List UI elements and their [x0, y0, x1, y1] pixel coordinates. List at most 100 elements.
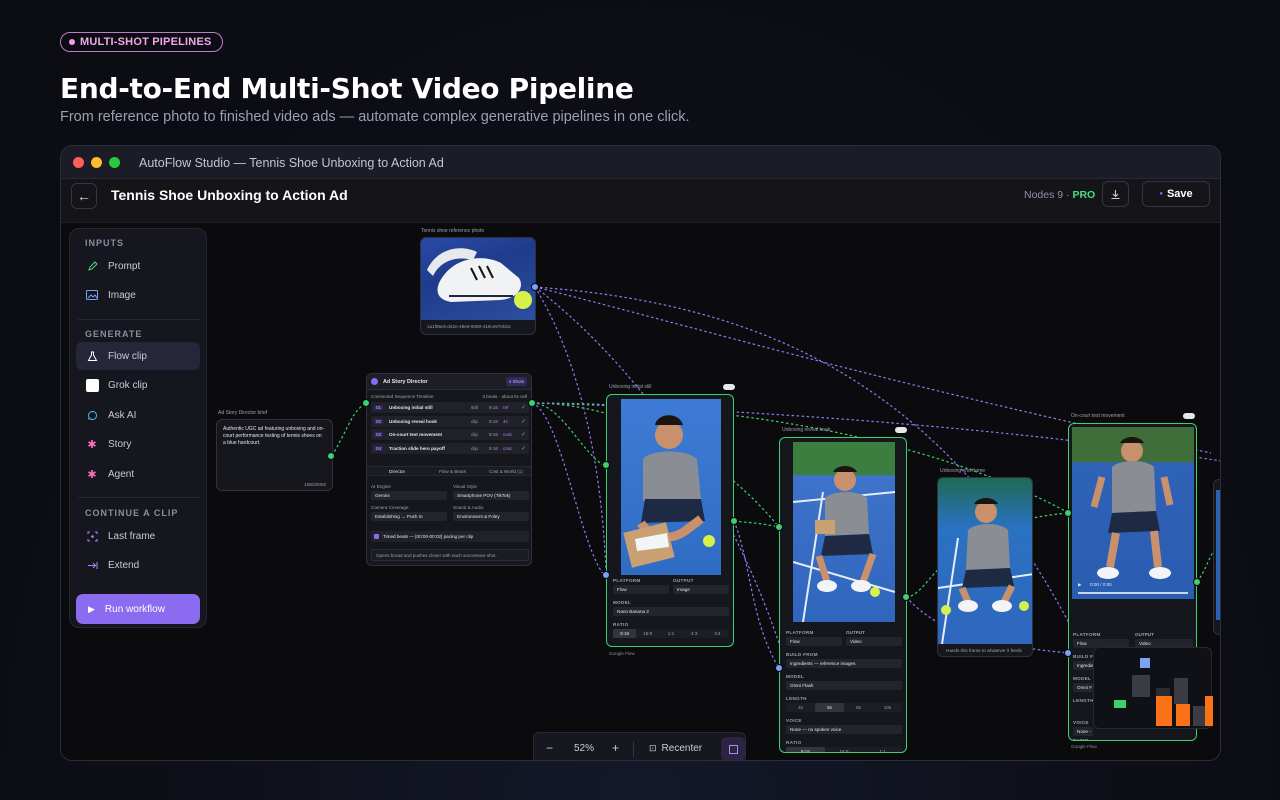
director-input-port[interactable] [362, 399, 370, 407]
section-badge: MULTI-SHOT PIPELINES [60, 32, 223, 52]
model-select[interactable]: Omni F [1073, 683, 1093, 692]
unboxing-reveal-node[interactable]: PLATFORM Flow OUTPUT Video BUILD FROM Ingredi… [779, 437, 907, 753]
frame-node-label: Unboxing end frame [940, 468, 986, 474]
palette-item-grok-clip[interactable]: Grok clip [76, 371, 200, 399]
checkbox-icon[interactable] [374, 534, 379, 539]
unboxing-end-frame-node[interactable]: Hands this frame to whatever it feeds [937, 477, 1033, 657]
segment-option[interactable]: 6s [815, 703, 844, 712]
voice-select[interactable]: None - [1073, 727, 1093, 736]
beat-row[interactable]: 03 On-court test movement clip 9:16 cont ✓ [371, 429, 529, 440]
palette-item-agent[interactable]: ✱ Agent [76, 460, 200, 488]
recenter-button[interactable]: ⊡ Recenter [649, 743, 702, 754]
still-input-port-2[interactable] [602, 571, 610, 579]
close-traffic-light-icon[interactable] [73, 157, 84, 168]
platform-select[interactable]: Flow [613, 585, 669, 594]
segment-option[interactable]: 9:16 [786, 747, 825, 752]
palette-item-story[interactable]: ✱ Story [76, 430, 200, 458]
reveal-node-toggle[interactable] [895, 427, 907, 433]
beat-row[interactable]: 02 Unboxing reveal hook clip 9:16 4s ✓ [371, 415, 529, 427]
zoom-in-button[interactable]: + [612, 741, 619, 755]
back-button[interactable]: ← [71, 183, 97, 209]
segment-option[interactable]: 3:4 [706, 629, 729, 638]
ai-engine-label: AI Engine [371, 484, 391, 489]
palette-item-last-frame[interactable]: Last frame [76, 522, 200, 550]
palette-item-flow-clip[interactable]: Flow clip [76, 342, 200, 370]
court-input-port-1[interactable] [1064, 509, 1072, 517]
beat-tag: clip [471, 432, 478, 437]
ad-story-director-node[interactable]: Ad Story Director 4 Shots Connected Sequ… [366, 373, 532, 566]
segment-option[interactable]: 4s [786, 703, 815, 712]
tab-cost-world[interactable]: Cost & World (1) [489, 469, 523, 474]
download-button[interactable] [1102, 181, 1129, 207]
palette-item-prompt[interactable]: Prompt [76, 252, 200, 280]
reveal-input-port-2[interactable] [775, 664, 783, 672]
output-select[interactable]: Image [673, 585, 729, 594]
sound-audio-select[interactable]: Environment & Foley [453, 512, 529, 521]
voice-select[interactable]: None — no spoken voice [786, 725, 902, 734]
director-output-port[interactable] [528, 399, 536, 407]
ratio-selector: 9:16 16:9 1:1 4:3 3:4 [613, 629, 729, 638]
visual-style-label: Visual Style [453, 484, 477, 489]
model-select[interactable]: Nano Banana 2 [613, 607, 729, 616]
court-output-port[interactable] [1193, 578, 1201, 586]
brief-node[interactable]: Authentic UGC ad featuring unboxing and … [216, 419, 333, 491]
segment-option[interactable]: 4:3 [683, 629, 706, 638]
next-node-partial[interactable] [1213, 479, 1220, 635]
ref-photo-output-port[interactable] [531, 283, 539, 291]
beat-row[interactable]: 01 Unboxing initial still still 9:16 ref ✓ [371, 402, 529, 413]
output-select[interactable]: Video [846, 637, 902, 646]
palette-item-image[interactable]: Image [76, 281, 200, 309]
extend-icon [85, 558, 99, 572]
segment-option[interactable]: 16:9 [636, 629, 659, 638]
brief-text[interactable]: Authentic UGC ad featuring unboxing and … [223, 426, 325, 447]
play-icon[interactable]: ▶ [1078, 582, 1082, 588]
still-output-port[interactable] [730, 517, 738, 525]
node-count-label: Nodes 9 · [1024, 189, 1070, 201]
court-node-toggle[interactable] [1183, 413, 1195, 419]
still-node-toggle[interactable] [723, 384, 735, 390]
segment-option[interactable]: 9:16 [613, 629, 637, 638]
minimap[interactable] [1093, 647, 1213, 729]
minimap-toggle-button[interactable] [721, 737, 745, 760]
timeline-meta: 3 beats · about its cell [482, 394, 527, 399]
workflow-canvas[interactable]: INPUTS Prompt Image GENERATE Flow clip G… [61, 223, 1220, 760]
reveal-input-port-1[interactable] [775, 523, 783, 531]
arrow-left-icon: ← [77, 188, 91, 204]
palette-item-ask-ai[interactable]: Ask AI [76, 401, 200, 429]
beat-ratio: 9:16 [489, 445, 498, 451]
tab-director[interactable]: Director [389, 469, 405, 474]
build-from-select[interactable]: Ingredients — reference images [786, 659, 902, 668]
director-prompt-input[interactable]: Opens broad and pushes closer with each … [371, 549, 529, 561]
shots-badge: 4 Shots [505, 377, 527, 386]
ai-engine-select[interactable]: Gemini [371, 491, 447, 500]
still-output-image [621, 399, 721, 575]
camera-coverage-select[interactable]: Establishing → Push In [371, 512, 447, 521]
minimize-traffic-light-icon[interactable] [91, 157, 102, 168]
beat-row[interactable]: 04 Traction slide hero payoff clip 9:16 cont… [371, 442, 529, 454]
zoom-out-button[interactable]: − [546, 741, 553, 755]
segment-option[interactable]: 1:1 [863, 747, 902, 752]
video-progress-bar[interactable] [1078, 592, 1188, 594]
end-frame-caption: Hands this frame to whatever it feeds [946, 648, 1022, 653]
visual-style-select[interactable]: Smartphone POV (TikTok) [453, 491, 529, 500]
platform-select[interactable]: Flow [786, 637, 842, 646]
segment-option[interactable]: 10s [873, 703, 902, 712]
ref-photo-node[interactable]: 1a1f86c6-d42e-49e8-9050-410ce57eb2a [420, 237, 536, 335]
run-workflow-button[interactable]: ▶ Run workflow [76, 594, 200, 624]
zoom-traffic-light-icon[interactable] [109, 157, 120, 168]
still-input-port-1[interactable] [602, 461, 610, 469]
unboxing-still-node[interactable]: PLATFORM Flow OUTPUT Image MODEL Nano Banana … [606, 394, 734, 647]
segment-option[interactable]: 8s [844, 703, 873, 712]
segment-option[interactable]: 16:9 [825, 747, 864, 752]
tab-flow-beats[interactable]: Flow & Beats [439, 469, 466, 474]
model-select[interactable]: Omni Flash [786, 681, 902, 690]
brief-output-port[interactable] [327, 452, 335, 460]
court-video-player[interactable]: ▶ 0:00 / 0:00 [1072, 427, 1194, 599]
palette-item-extend[interactable]: Extend [76, 551, 200, 579]
field-label: BUILD FROM [786, 652, 818, 657]
reveal-output-port[interactable] [902, 593, 910, 601]
save-button[interactable]: ● Save [1142, 181, 1210, 207]
timed-beats-row[interactable]: Timed beats — [00:00-00:02] pacing per c… [371, 531, 529, 542]
segment-option[interactable]: 1:1 [659, 629, 682, 638]
court-input-port-2[interactable] [1064, 649, 1072, 657]
